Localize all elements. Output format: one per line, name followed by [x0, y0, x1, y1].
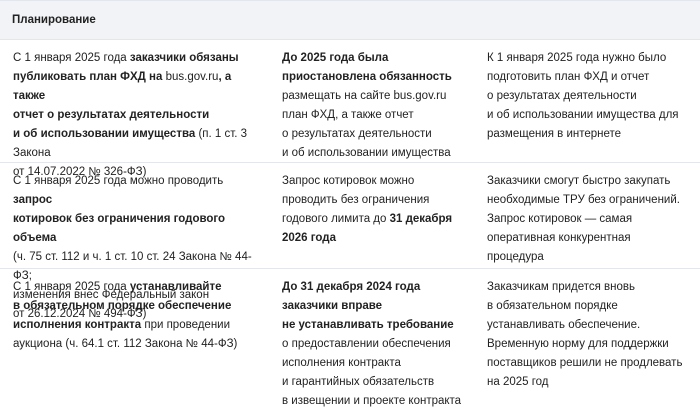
bold-text: 2026 года: [282, 232, 336, 244]
section-header: Планирование: [0, 1, 700, 40]
table-row: С 1 января 2025 года можно проводить зап…: [0, 163, 700, 320]
bold-text: 31 декабря: [389, 213, 453, 225]
cell-text: До 31 декабря 2024 года заказчики вправе н…: [282, 281, 462, 407]
table-cell: До 31 декабря 2024 года заказчики вправе н…: [270, 269, 475, 407]
bold-text: котировок без ограничения годового объем…: [13, 213, 226, 244]
bold-text: отчет о результатах деятельности: [13, 109, 210, 121]
bold-text: заказчики обязаны: [129, 52, 239, 64]
cell-text: С 1 января 2025 года устанавливайте в обя…: [13, 281, 238, 350]
bold-text: устанавливайте: [129, 281, 222, 293]
bold-text: До 31 декабря 2024 года: [282, 281, 421, 293]
bold-text: заказчики вправе: [282, 300, 383, 312]
section-title: Планирование: [12, 14, 96, 26]
cell-text: Заказчики смогут быстро закупать необходи…: [487, 175, 680, 263]
cell-text: До 2025 года была приостановлена обязанно…: [282, 52, 452, 159]
table-cell: С 1 января 2025 года можно проводить зап…: [0, 163, 270, 320]
table-cell: К 1 января 2025 года нужно было подготови…: [475, 40, 700, 162]
table-row: С 1 января 2025 года заказчики обязаны пу…: [0, 40, 700, 178]
cell-text: К 1 января 2025 года нужно было подготови…: [487, 52, 679, 140]
bold-text: запрос: [13, 194, 53, 206]
bold-text: в обязательном порядке обеспечение: [13, 300, 232, 312]
table-cell: До 2025 года была приостановлена обязанно…: [270, 40, 475, 162]
cell-text: Запрос котировок можно проводить без огра…: [282, 175, 453, 244]
bold-text: приостановлена обязанность: [282, 71, 452, 83]
table-cell: С 1 января 2025 года заказчики обязаны пу…: [0, 40, 270, 178]
bold-text: публиковать план ФХД на: [13, 71, 166, 83]
table-cell: Запрос котировок можно проводить без огра…: [270, 163, 475, 268]
table-cell: Заказчики смогут быстро закупать необходи…: [475, 163, 700, 268]
planning-table: Планирование С 1 января 2025 года заказч…: [0, 0, 700, 407]
table-row: С 1 января 2025 года устанавливайте в обя…: [0, 269, 700, 407]
bold-text: исполнения контракта: [13, 319, 142, 331]
cell-text: Заказчикам придется вновь в обязательном …: [487, 281, 683, 388]
bold-text: До 2025 года была: [282, 52, 389, 64]
table-cell: С 1 января 2025 года устанавливайте в обя…: [0, 269, 270, 402]
bold-text: не устанавливать требование: [282, 319, 454, 331]
table-cell: Заказчикам придется вновь в обязательном …: [475, 269, 700, 402]
bold-text: и об использовании имущества: [13, 128, 196, 140]
